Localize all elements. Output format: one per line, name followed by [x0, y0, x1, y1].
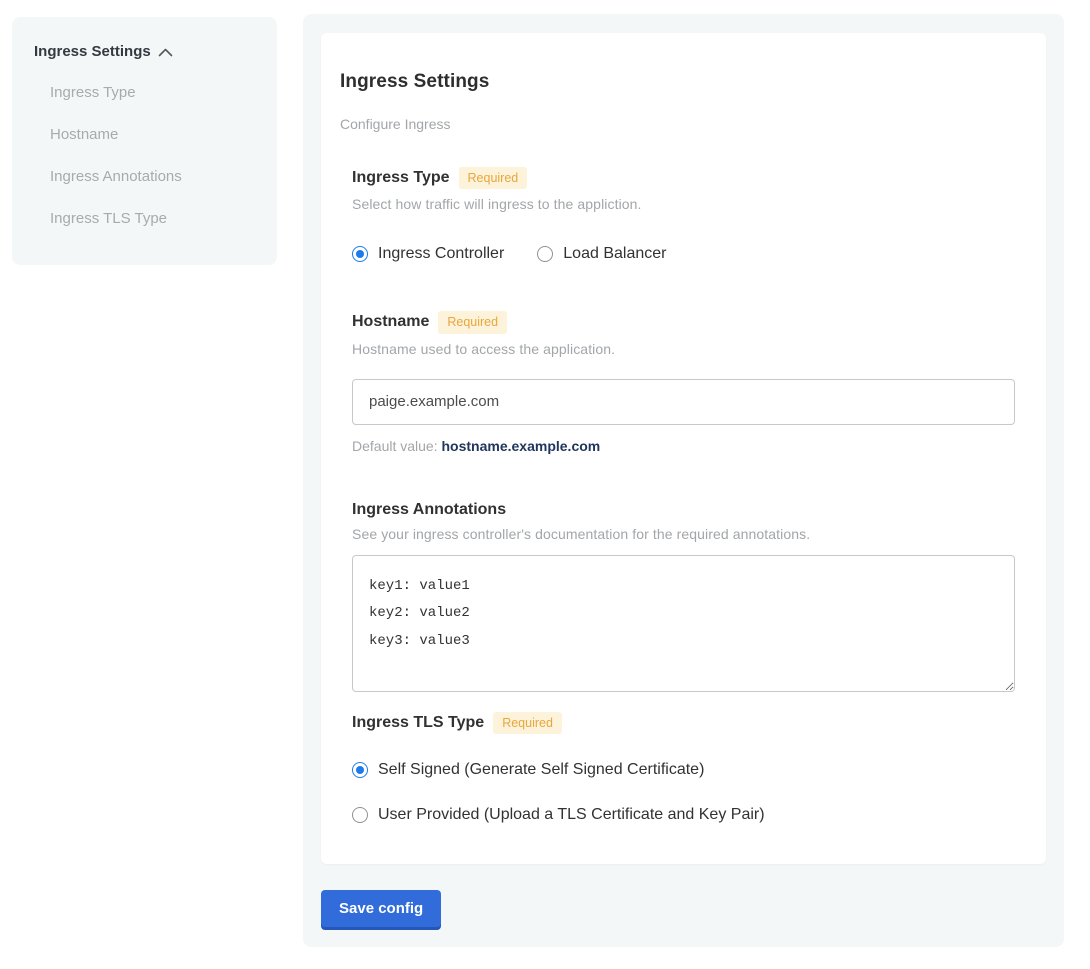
default-value-text: hostname.example.com — [442, 438, 601, 454]
hostname-label: Hostname — [352, 313, 429, 331]
hostname-default-value-line: Default value: hostname.example.com — [352, 438, 1015, 454]
hostname-input[interactable] — [352, 379, 1015, 425]
radio-label: Self Signed (Generate Self Signed Certif… — [378, 761, 704, 779]
radio-label: Ingress Controller — [378, 245, 504, 263]
ingress-annotations-label: Ingress Annotations — [352, 501, 506, 519]
ingress-type-radio-group: Ingress Controller Load Balancer — [352, 245, 1015, 263]
required-badge: Required — [438, 311, 507, 334]
config-page: Ingress Settings Ingress Type Hostname I… — [0, 0, 1090, 969]
ingress-settings-card: Ingress Settings Configure Ingress Ingre… — [321, 33, 1046, 864]
ingress-tls-type-label: Ingress TLS Type — [352, 714, 484, 732]
sidebar-item-hostname[interactable]: Hostname — [50, 126, 261, 144]
radio-option-load-balancer[interactable]: Load Balancer — [537, 245, 666, 263]
required-badge: Required — [459, 167, 528, 190]
sidebar-item-list: Ingress Type Hostname Ingress Annotation… — [34, 84, 261, 228]
section-ingress-tls-type: Ingress TLS Type Required Self Signed (G… — [352, 712, 1015, 825]
radio-option-self-signed[interactable]: Self Signed (Generate Self Signed Certif… — [352, 761, 1015, 779]
config-nav-sidebar: Ingress Settings Ingress Type Hostname I… — [12, 17, 277, 265]
radio-button-unchecked[interactable] — [352, 807, 368, 823]
radio-button-checked[interactable] — [352, 246, 368, 262]
radio-label: User Provided (Upload a TLS Certificate … — [378, 806, 765, 824]
config-panel: Ingress Settings Configure Ingress Ingre… — [303, 14, 1064, 947]
save-config-button[interactable]: Save config — [321, 890, 441, 927]
default-value-prefix: Default value: — [352, 438, 442, 454]
required-badge: Required — [493, 712, 562, 735]
sidebar-item-ingress-annotations[interactable]: Ingress Annotations — [50, 168, 261, 186]
ingress-type-help-text: Select how traffic will ingress to the a… — [352, 196, 1015, 212]
ingress-annotations-textarea[interactable]: key1: value1 key2: value2 key3: value3 — [352, 555, 1015, 692]
sidebar-group-ingress-settings[interactable]: Ingress Settings — [34, 43, 261, 60]
sidebar-group-label: Ingress Settings — [34, 43, 151, 60]
sidebar-item-ingress-type[interactable]: Ingress Type — [50, 84, 261, 102]
sidebar-item-ingress-tls-type[interactable]: Ingress TLS Type — [50, 210, 261, 228]
radio-button-unchecked[interactable] — [537, 246, 553, 262]
section-hostname: Hostname Required Hostname used to acces… — [352, 311, 1015, 454]
radio-button-checked[interactable] — [352, 762, 368, 778]
page-subtitle: Configure Ingress — [340, 116, 1015, 132]
ingress-type-label: Ingress Type — [352, 169, 450, 187]
hostname-help-text: Hostname used to access the application. — [352, 341, 1015, 357]
section-ingress-type: Ingress Type Required Select how traffic… — [352, 167, 1015, 264]
radio-label: Load Balancer — [563, 245, 666, 263]
chevron-up-icon — [158, 48, 173, 57]
radio-option-ingress-controller[interactable]: Ingress Controller — [352, 245, 504, 263]
ingress-annotations-help-text: See your ingress controller's documentat… — [352, 526, 1015, 542]
section-ingress-annotations: Ingress Annotations See your ingress con… — [352, 501, 1015, 692]
radio-option-user-provided[interactable]: User Provided (Upload a TLS Certificate … — [352, 806, 1015, 824]
page-title: Ingress Settings — [340, 71, 1015, 93]
